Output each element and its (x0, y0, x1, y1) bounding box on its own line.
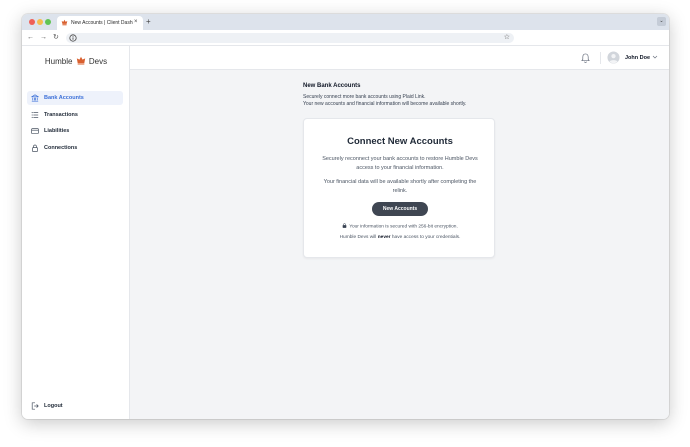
header-divider (600, 52, 601, 64)
sidebar-item-label: Liabilities (44, 128, 70, 134)
page-description-secondary: Your new accounts and financial informat… (303, 101, 467, 107)
tab-title: New Accounts | Client Dashb (71, 20, 133, 26)
new-accounts-button[interactable]: New Accounts (372, 202, 428, 216)
close-window-button[interactable] (29, 19, 35, 25)
browser-tab[interactable]: New Accounts | Client Dashb × (57, 16, 143, 30)
brand-name-left: Humble (44, 57, 73, 66)
top-header: John Doe (130, 46, 669, 70)
sidebar-item-liabilities[interactable]: Liabilities (27, 124, 123, 138)
sidebar-item-label: Transactions (44, 112, 78, 118)
security-text: Your information is secured with 256-bit… (349, 224, 458, 230)
tab-strip: New Accounts | Client Dashb × + ⌄ (22, 14, 669, 30)
browser-toolbar: ← → ↻ ☆ (22, 30, 669, 46)
reload-button[interactable]: ↻ (53, 33, 59, 43)
card-title: Connect New Accounts (347, 136, 453, 147)
sidebar-item-bank-accounts[interactable]: Bank Accounts (27, 91, 123, 105)
lock-icon (342, 223, 347, 228)
brand-name-right: Devs (88, 57, 108, 66)
maximize-window-button[interactable] (45, 19, 51, 25)
site-info-icon[interactable] (69, 34, 77, 42)
security-note: Your information is secured with 256-bit… (304, 223, 496, 232)
credentials-note: Humble Devs will never have access to yo… (304, 234, 496, 242)
main-content: New Bank Accounts Securely connect more … (130, 70, 669, 419)
app-root: Humble Devs Bank Accounts Transactions L… (22, 46, 669, 419)
sidebar-item-transactions[interactable]: Transactions (27, 108, 123, 122)
bell-icon[interactable] (581, 53, 590, 63)
credentials-emphasis: never (377, 235, 391, 240)
sidebar-item-connections[interactable]: Connections (27, 141, 123, 155)
avatar[interactable] (607, 51, 620, 64)
tab-search-button[interactable]: ⌄ (657, 17, 666, 26)
screenshot-stage: New Accounts | Client Dashb × + ⌄ ← → ↻ … (0, 0, 690, 447)
minimize-window-button[interactable] (37, 19, 43, 25)
back-button[interactable]: ← (27, 33, 34, 43)
bookmark-star-icon[interactable]: ☆ (504, 33, 510, 43)
sidebar-item-label: Connections (44, 145, 78, 151)
credentials-suffix: have access to your credentials. (391, 235, 461, 240)
list-icon (31, 112, 39, 118)
browser-window: New Accounts | Client Dashb × + ⌄ ← → ↻ … (22, 14, 669, 419)
new-tab-button[interactable]: + (146, 16, 151, 28)
logout-label: Logout (44, 403, 63, 409)
logout-icon (31, 402, 39, 410)
bank-icon (31, 94, 39, 102)
brand-logo[interactable]: Humble Devs (22, 56, 130, 67)
connect-card: Connect New Accounts Securely reconnect … (303, 118, 495, 258)
forward-button[interactable]: → (40, 33, 47, 43)
sidebar: Humble Devs Bank Accounts Transactions L… (22, 46, 130, 419)
user-name[interactable]: John Doe (625, 54, 650, 62)
logout-button[interactable]: Logout (27, 399, 123, 413)
sidebar-item-label: Bank Accounts (44, 95, 84, 101)
card-icon (31, 128, 39, 134)
favicon-icon (61, 19, 68, 26)
credentials-prefix: Humble Devs will (339, 235, 377, 240)
lock-icon (32, 144, 38, 152)
card-paragraph-availability: Your financial data will be available sh… (323, 179, 477, 194)
card-paragraph-restore: Securely reconnect your bank accounts to… (322, 156, 478, 171)
crown-logo-icon (76, 56, 85, 65)
tab-close-icon[interactable]: × (134, 18, 138, 27)
address-bar[interactable]: ☆ (66, 33, 514, 43)
page-title: New Bank Accounts (303, 83, 361, 89)
chevron-down-icon[interactable] (652, 54, 658, 60)
